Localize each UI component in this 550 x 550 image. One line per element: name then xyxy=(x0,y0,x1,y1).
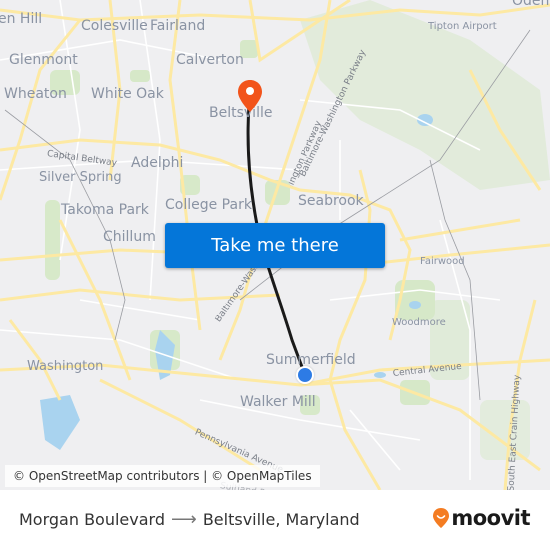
place-label-summerfield: Summerfield xyxy=(266,352,356,368)
place-label-tipton-airport: Tipton Airport xyxy=(428,21,497,32)
destination-name: Beltsville, Maryland xyxy=(202,510,360,529)
place-label-fairland: Fairland xyxy=(150,18,206,34)
map[interactable]: en Hill Colesville Fairland Glenmont Cal… xyxy=(0,0,550,490)
place-label-wheaton: Wheaton xyxy=(4,86,67,102)
place-label-college-park: College Park xyxy=(165,197,252,213)
map-attribution[interactable]: © OpenStreetMap contributors | © OpenMap… xyxy=(5,465,320,487)
place-label-seabrook: Seabrook xyxy=(298,193,364,209)
place-label-silver-spring: Silver Spring xyxy=(39,170,122,185)
origin-location-icon[interactable] xyxy=(296,366,314,384)
place-label-adelphi: Adelphi xyxy=(131,155,184,171)
place-label-chillum: Chillum xyxy=(103,229,156,245)
arrow-right-icon: ⟶ xyxy=(171,509,197,530)
moovit-logo[interactable]: moovit xyxy=(432,506,530,530)
place-label-woodmore: Woodmore xyxy=(392,317,446,328)
place-label-walker-mill: Walker Mill xyxy=(240,394,316,410)
place-label-colesville: Colesville xyxy=(81,18,148,34)
origin-name: Morgan Boulevard xyxy=(19,510,165,529)
take-me-there-button[interactable]: Take me there xyxy=(165,223,385,268)
place-label-odenton: Oden xyxy=(512,0,550,9)
place-label-calverton: Calverton xyxy=(176,52,244,68)
footer: Morgan Boulevard ⟶ Beltsville, Maryland … xyxy=(0,490,550,550)
place-label-glen-hill: en Hill xyxy=(0,11,43,27)
moovit-pin-icon xyxy=(433,508,450,528)
place-label-glenmont: Glenmont xyxy=(9,52,78,68)
place-label-white-oak: White Oak xyxy=(91,86,164,102)
moovit-wordmark: moovit xyxy=(451,506,530,530)
place-label-fairwood: Fairwood xyxy=(420,256,465,267)
place-label-takoma-park: Takoma Park xyxy=(61,202,149,218)
place-label-washington: Washington xyxy=(27,359,104,374)
route-summary: Morgan Boulevard ⟶ Beltsville, Maryland xyxy=(19,509,360,530)
